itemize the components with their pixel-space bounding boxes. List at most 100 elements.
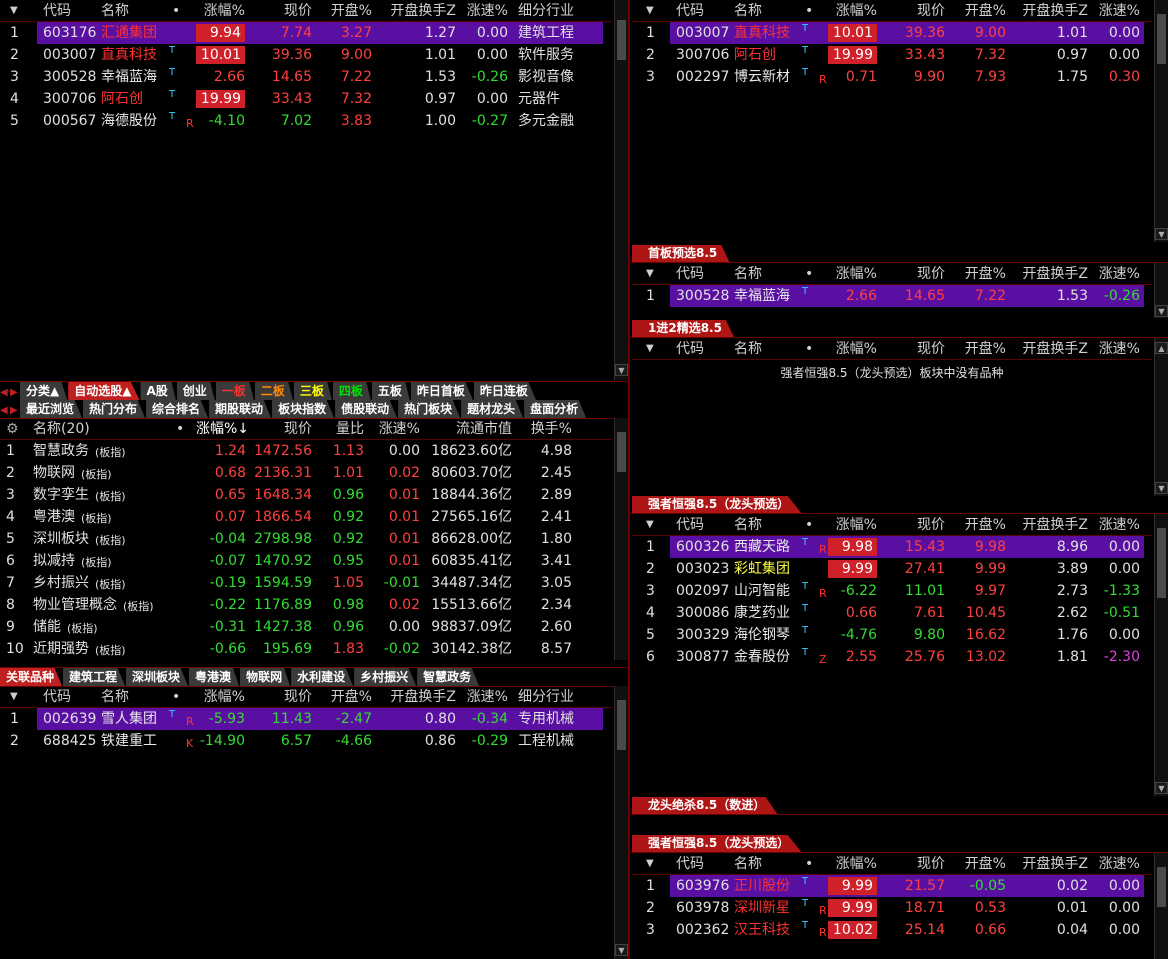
- table-row[interactable]: 5 300329 海伦钢琴 T -4.76 9.80 16.62 1.76 0.00: [632, 624, 1152, 646]
- scrollbar[interactable]: ▼: [1154, 0, 1168, 242]
- tab-item[interactable]: 水利建设: [291, 668, 354, 686]
- table-row[interactable]: 1 603976 正川股份 T 9.99 21.57 -0.05 0.02 0.00: [646, 875, 1144, 897]
- tab-item[interactable]: 粤港澳: [189, 668, 240, 686]
- col-open[interactable]: 开盘%: [948, 0, 1006, 22]
- col-pct[interactable]: 涨幅%: [824, 0, 877, 22]
- tab-item[interactable]: 综合排名: [146, 400, 209, 418]
- col-pct[interactable]: 涨幅%↓: [196, 418, 249, 440]
- tab-item[interactable]: 智慧政务: [417, 668, 480, 686]
- col-code[interactable]: 代码: [43, 0, 71, 22]
- table-row[interactable]: 1 002639 雪人集团 T R -5.93 11.43 -2.47 0.80 -0.34 专用机…: [10, 708, 603, 730]
- sort-icon[interactable]: ▼: [10, 0, 18, 22]
- col-open[interactable]: 开盘%: [948, 853, 1006, 875]
- col-turnover[interactable]: 开盘换手Z: [372, 686, 456, 708]
- tab-item[interactable]: 板块指数: [272, 400, 335, 418]
- tab-item[interactable]: 最近浏览: [20, 400, 83, 418]
- sort-icon[interactable]: ▼: [646, 514, 654, 536]
- scroll-down-icon[interactable]: ▼: [615, 944, 628, 956]
- col-speed[interactable]: 涨速%: [1094, 263, 1140, 285]
- col-open[interactable]: 开盘%: [948, 338, 1006, 360]
- tab-item[interactable]: 题材龙头: [461, 400, 524, 418]
- col-code[interactable]: 代码: [676, 853, 704, 875]
- table-row[interactable]: 2 603978 深圳新星 T R 9.99 18.71 0.53 0.01 0.00: [632, 897, 1152, 919]
- col-name[interactable]: 名称: [101, 686, 129, 708]
- panel-title[interactable]: 强者恒强8.5（龙头预选）: [632, 496, 802, 513]
- col-pct[interactable]: 涨幅%: [824, 514, 877, 536]
- table-row[interactable]: 8 物业管理概念 (板指) -0.22 1176.89 0.98 0.02 15513.66亿…: [0, 594, 612, 616]
- scrollbar[interactable]: ▼: [614, 0, 628, 380]
- tab-item[interactable]: 物联网: [240, 668, 291, 686]
- col-open[interactable]: 开盘%: [318, 686, 372, 708]
- scroll-down-icon[interactable]: ▼: [615, 364, 628, 376]
- tab-item[interactable]: 分类▲: [20, 382, 68, 400]
- tab-item[interactable]: 热门板块: [398, 400, 461, 418]
- table-row[interactable]: 10 近期强势 (板指) -0.66 195.69 1.83 -0.02 30142.38亿 8…: [0, 638, 612, 660]
- col-speed[interactable]: 涨速%: [460, 686, 508, 708]
- table-row[interactable]: 6 拟减持 (板指) -0.07 1470.92 0.95 0.01 60835.41亿 3.4…: [0, 550, 612, 572]
- col-name[interactable]: 名称: [734, 338, 762, 360]
- col-name[interactable]: 名称: [734, 514, 762, 536]
- col-turnover[interactable]: 开盘换手Z: [1006, 853, 1088, 875]
- tab-item[interactable]: 昨日首板: [410, 382, 473, 400]
- table-row[interactable]: 3 002362 汉王科技 T R 10.02 25.14 0.66 0.04 0.00: [632, 919, 1152, 941]
- table-row[interactable]: 2 300706 阿石创 T 19.99 33.43 7.32 0.97 0.00: [632, 44, 1152, 66]
- col-name[interactable]: 名称: [101, 0, 129, 22]
- col-price[interactable]: 现价: [882, 853, 945, 875]
- scrollbar[interactable]: [1154, 853, 1168, 959]
- col-price[interactable]: 现价: [882, 0, 945, 22]
- table-row[interactable]: 2 688425 铁建重工 K -14.90 6.57 -4.66 0.86 -0.29 工程机械: [0, 730, 612, 752]
- col-speed[interactable]: 涨速%: [1094, 338, 1140, 360]
- col-code[interactable]: 代码: [43, 686, 71, 708]
- table-row[interactable]: 5 深圳板块 (板指) -0.04 2798.98 0.92 0.01 86628.00亿 1.…: [0, 528, 612, 550]
- table-row[interactable]: 1 600326 西藏天路 T R 9.98 15.43 9.98 8.96 0.00: [646, 536, 1144, 558]
- col-pct[interactable]: 涨幅%: [824, 263, 877, 285]
- col-mcap[interactable]: 流通市值: [430, 418, 512, 440]
- table-row[interactable]: 4 粤港澳 (板指) 0.07 1866.54 0.92 0.01 27565.16亿 2.41: [0, 506, 612, 528]
- col-turnover[interactable]: 开盘换手Z: [1006, 263, 1088, 285]
- tab-item[interactable]: 期股联动: [209, 400, 272, 418]
- col-code[interactable]: 代码: [676, 514, 704, 536]
- tab-item[interactable]: 盘面分析: [524, 400, 587, 418]
- col-pct[interactable]: 涨幅%: [824, 338, 877, 360]
- sort-icon[interactable]: ▼: [646, 263, 654, 285]
- sort-icon[interactable]: ▼: [10, 686, 18, 708]
- col-turnover[interactable]: 开盘换手Z: [372, 0, 456, 22]
- col-speed[interactable]: 涨速%: [1094, 853, 1140, 875]
- table-row[interactable]: 7 乡村振兴 (板指) -0.19 1594.59 1.05 -0.01 34487.34亿 3…: [0, 572, 612, 594]
- tab-item[interactable]: 建筑工程: [63, 668, 126, 686]
- table-row[interactable]: 1 603176 汇通集团 9.94 7.74 3.27 1.27 0.00 建筑工程: [10, 22, 603, 44]
- col-price[interactable]: 现价: [882, 514, 945, 536]
- tab-item[interactable]: A股: [140, 382, 176, 400]
- panel-title[interactable]: 龙头绝杀8.5（数进）: [632, 797, 778, 814]
- scrollbar[interactable]: ▲ ▼: [1154, 338, 1168, 496]
- col-code[interactable]: 代码: [676, 263, 704, 285]
- col-open[interactable]: 开盘%: [318, 0, 372, 22]
- scrollbar[interactable]: ▼: [614, 686, 628, 959]
- scroll-down-icon[interactable]: ▼: [1155, 305, 1168, 317]
- table-row[interactable]: 6 300877 金春股份 T Z 2.55 25.76 13.02 1.81 -2.30: [632, 646, 1152, 668]
- col-name[interactable]: 名称(20): [33, 418, 90, 440]
- scrollbar[interactable]: ▼: [1154, 263, 1168, 318]
- table-row[interactable]: 5 000567 海德股份 T R -4.10 7.02 3.83 1.00 -0.27 多元金融: [0, 110, 612, 132]
- sort-icon[interactable]: ▼: [646, 0, 654, 22]
- scroll-down-icon[interactable]: ▼: [1155, 482, 1168, 494]
- scroll-down-icon[interactable]: ▼: [1155, 782, 1168, 794]
- panel-title[interactable]: 强者恒强8.5（龙头预选）: [632, 835, 802, 852]
- col-industry[interactable]: 细分行业: [518, 0, 574, 22]
- tab-item[interactable]: 四板: [332, 382, 371, 400]
- col-speed[interactable]: 涨速%: [1094, 0, 1140, 22]
- tab-item[interactable]: 债股联动: [335, 400, 398, 418]
- table-row[interactable]: 4 300086 康芝药业 T 0.66 7.61 10.45 2.62 -0.51: [632, 602, 1152, 624]
- scrollbar[interactable]: ▼: [1154, 514, 1168, 796]
- col-turnover[interactable]: 开盘换手Z: [1006, 514, 1088, 536]
- col-price[interactable]: 现价: [882, 263, 945, 285]
- col-name[interactable]: 名称: [734, 263, 762, 285]
- col-open[interactable]: 开盘%: [948, 514, 1006, 536]
- col-pct[interactable]: 涨幅%: [192, 686, 245, 708]
- col-pct[interactable]: 涨幅%: [824, 853, 877, 875]
- table-row[interactable]: 2 003007 直真科技 T 10.01 39.36 9.00 1.01 0.00 软件服务: [0, 44, 612, 66]
- table-row[interactable]: 1 300528 幸福蓝海 T 2.66 14.65 7.22 1.53 -0.26: [646, 285, 1144, 307]
- panel-title[interactable]: 1进2精选8.5: [632, 320, 734, 337]
- table-row[interactable]: 1 003007 直真科技 T 10.01 39.36 9.00 1.01 0.00: [646, 22, 1144, 44]
- tab-item[interactable]: 自动选股▲: [68, 382, 140, 400]
